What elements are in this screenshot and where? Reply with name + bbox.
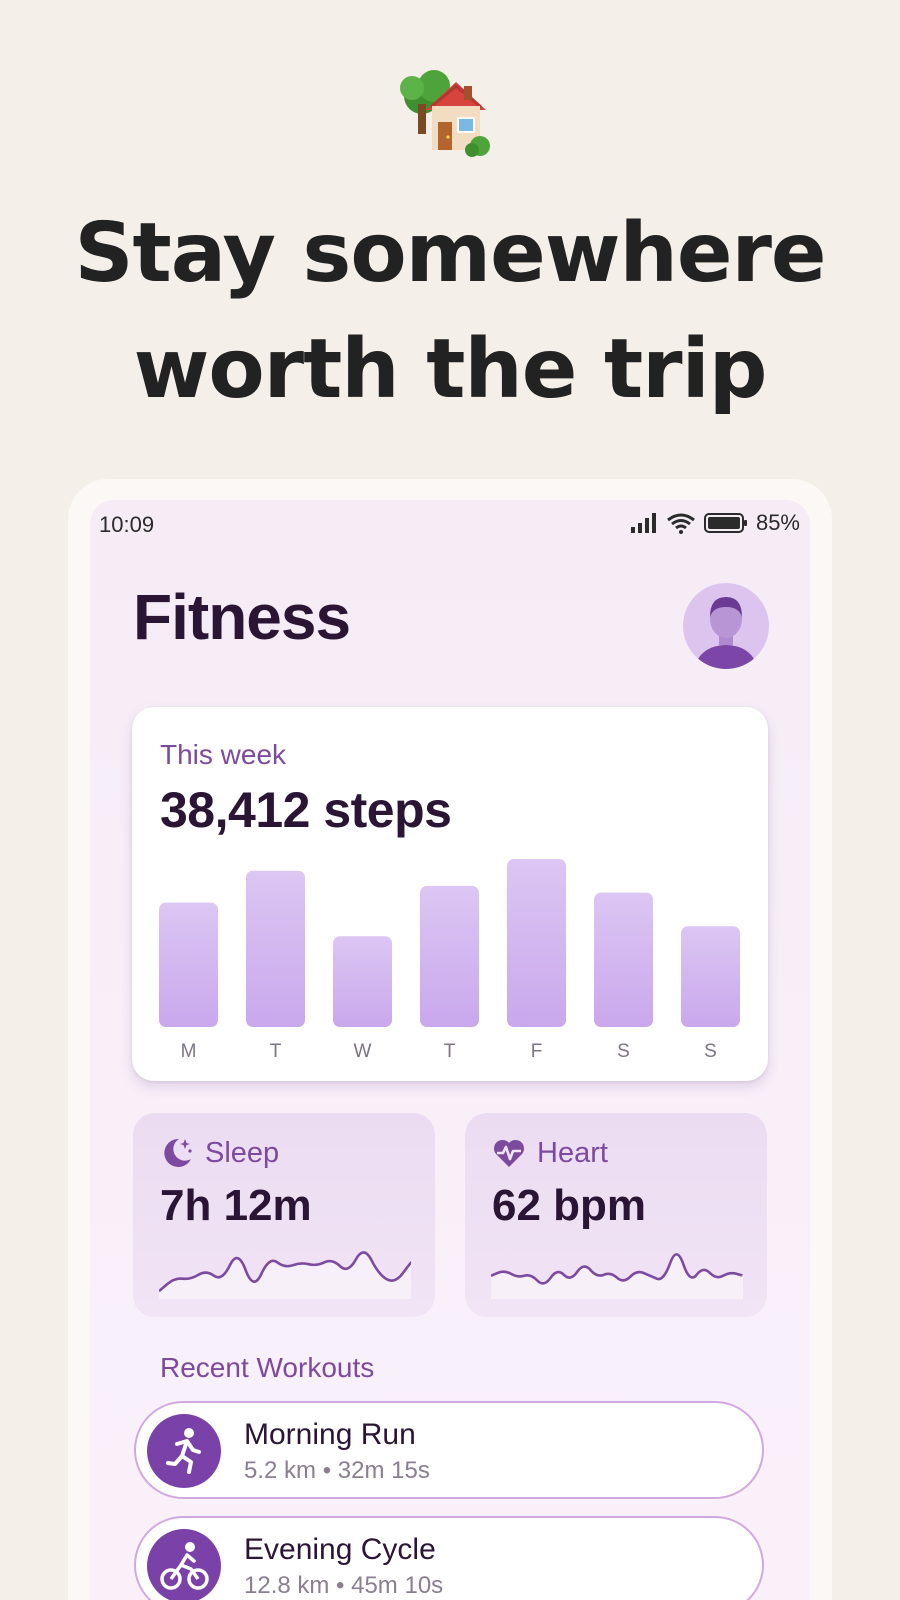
heart-pulse-icon — [493, 1139, 525, 1167]
running-icon — [166, 1428, 201, 1474]
workout-meta: 5.2 km • 32m 15s — [244, 1457, 430, 1484]
wifi-icon — [667, 513, 695, 534]
steps-bar-chart: MTWTFSS — [159, 859, 740, 1062]
moon-stars-icon — [164, 1138, 192, 1167]
workout-item-evening-cycle[interactable]: Evening Cycle 12.8 km • 45m 10s — [134, 1516, 764, 1600]
headline: Stay somewhere worth the trip — [0, 196, 900, 428]
bar-label-4: F — [531, 1041, 543, 1062]
bar-1[interactable] — [246, 870, 305, 1027]
heart-sparkline — [491, 1253, 743, 1299]
heart-card[interactable]: Heart 62 bpm — [465, 1113, 767, 1317]
sleep-card[interactable]: Sleep 7h 12m — [133, 1113, 435, 1317]
user-avatar-icon — [696, 597, 756, 669]
heart-value: 62 bpm — [492, 1181, 647, 1230]
weekly-steps-card[interactable]: This week 38,412 steps MTWTFSS — [132, 707, 768, 1081]
app-screen: 10:09 85% Fitness This week 38,412 steps… — [90, 500, 810, 1600]
running-icon-badge — [147, 1414, 221, 1488]
page-title: Fitness — [133, 581, 351, 653]
bar-6[interactable] — [681, 926, 740, 1027]
signal-icon — [630, 513, 656, 533]
bar-5[interactable] — [594, 892, 653, 1027]
status-time: 10:09 — [99, 512, 155, 537]
bar-label-2: W — [354, 1041, 372, 1062]
bar-2[interactable] — [333, 936, 392, 1027]
sleep-label: Sleep — [205, 1137, 280, 1169]
workout-name: Evening Cycle — [244, 1533, 436, 1566]
bar-label-3: T — [444, 1041, 456, 1062]
sleep-sparkline — [159, 1251, 411, 1299]
promo-page: Stay somewhere worth the trip 10:09 85% … — [0, 0, 900, 1600]
workout-meta: 12.8 km • 45m 10s — [244, 1572, 444, 1599]
battery-icon — [703, 513, 747, 533]
bar-label-5: S — [617, 1041, 630, 1062]
bar-label-6: S — [704, 1041, 717, 1062]
status-bar: 10:09 85% — [90, 500, 810, 548]
avatar[interactable] — [683, 583, 769, 669]
status-icons: 85% — [630, 510, 800, 536]
cycling-icon — [160, 1542, 209, 1590]
headline-line-2: worth the trip — [133, 322, 768, 417]
recent-workouts-title: Recent Workouts — [160, 1352, 375, 1383]
headline-line-1: Stay somewhere — [74, 206, 826, 301]
bar-4[interactable] — [507, 859, 566, 1027]
bar-label-0: M — [181, 1041, 197, 1062]
battery-percent: 85% — [755, 510, 800, 535]
heart-label: Heart — [537, 1137, 608, 1169]
house-with-tree-icon — [400, 70, 490, 157]
sleep-value: 7h 12m — [160, 1181, 312, 1230]
workout-item-morning-run[interactable]: Morning Run 5.2 km • 32m 15s — [134, 1401, 764, 1499]
workout-name: Morning Run — [244, 1418, 416, 1451]
bar-label-1: T — [270, 1041, 282, 1062]
cycling-icon-badge — [147, 1529, 221, 1600]
bar-3[interactable] — [420, 885, 479, 1027]
bar-0[interactable] — [159, 902, 218, 1027]
